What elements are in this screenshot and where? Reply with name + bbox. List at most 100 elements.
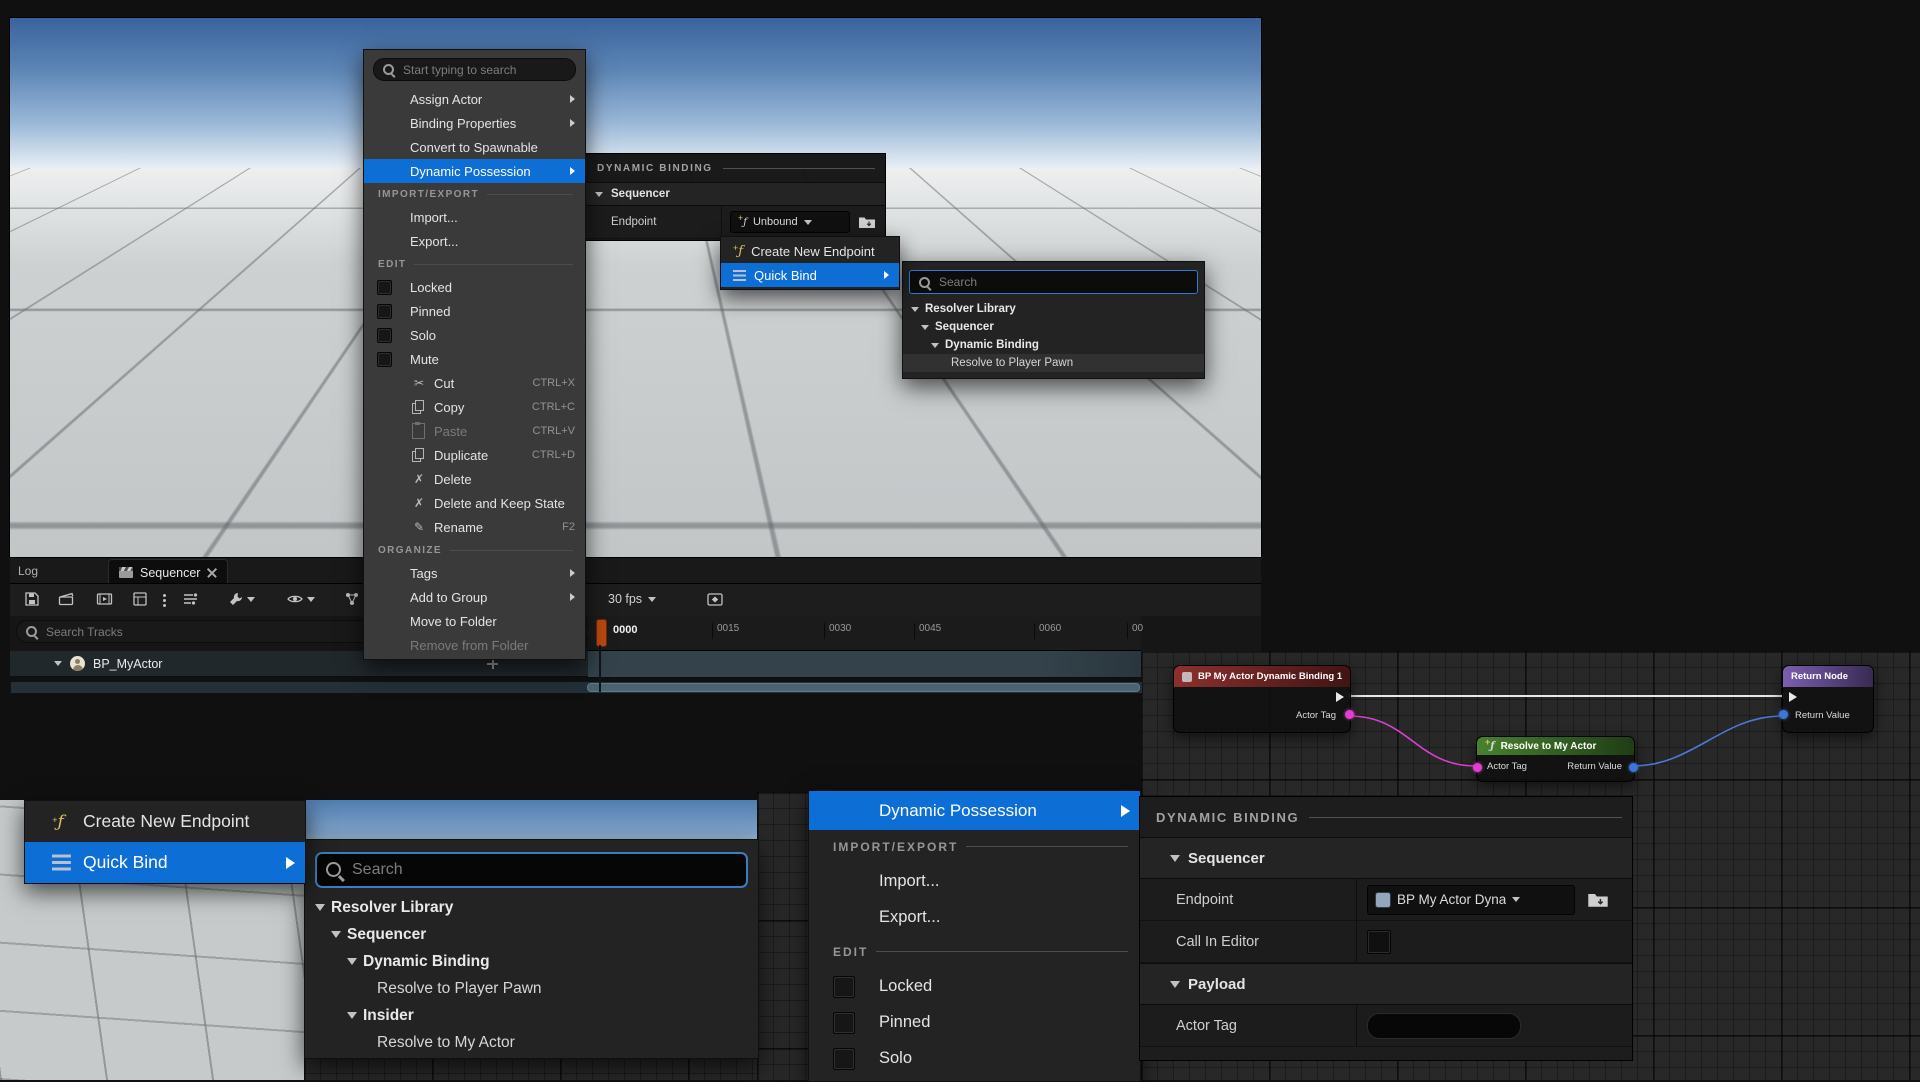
browse-asset-icon[interactable] bbox=[1587, 891, 1609, 908]
kebab-menu-icon[interactable] bbox=[162, 593, 166, 609]
call-in-editor-checkbox[interactable] bbox=[1367, 930, 1391, 954]
keyframe-icon[interactable] bbox=[706, 591, 724, 608]
track-lane[interactable] bbox=[588, 651, 1141, 678]
menu-item-import[interactable]: Import... bbox=[809, 863, 1140, 899]
menu-item-dynamic-possession[interactable]: Dynamic Possession bbox=[809, 791, 1140, 830]
actor-tag-input[interactable] bbox=[1367, 1013, 1521, 1039]
tree-item-resolve-to-my-actor[interactable]: Resolve to My Actor bbox=[305, 1029, 758, 1056]
collapse-icon[interactable] bbox=[1170, 981, 1180, 988]
group-row-sequencer[interactable]: Sequencer bbox=[1140, 837, 1632, 879]
tree-item-insider[interactable]: Insider bbox=[305, 1002, 758, 1029]
browse-asset-icon[interactable] bbox=[858, 215, 876, 229]
checkbox[interactable] bbox=[833, 1012, 855, 1034]
resolver-search-input[interactable] bbox=[937, 274, 1189, 290]
actor-tag-row: Actor Tag bbox=[1140, 1005, 1632, 1047]
details-board-icon[interactable] bbox=[132, 591, 148, 607]
track-options-icon[interactable] bbox=[182, 591, 199, 607]
exec-input-pin[interactable] bbox=[1789, 692, 1797, 702]
menu-item-rename[interactable]: ✎RenameF2 bbox=[364, 515, 585, 539]
menu-item-copy[interactable]: CopyCTRL+C bbox=[364, 395, 585, 419]
checkbox[interactable] bbox=[377, 280, 392, 295]
endpoint-dropdown[interactable]: Unbound bbox=[730, 211, 850, 233]
menu-item-locked[interactable]: Locked bbox=[364, 275, 585, 299]
menu-item-duplicate[interactable]: DuplicateCTRL+D bbox=[364, 443, 585, 467]
menu-item-quick-bind[interactable]: Quick Bind bbox=[721, 263, 899, 287]
menu-item-assign-actor[interactable]: Assign Actor bbox=[364, 87, 585, 111]
group-row-sequencer[interactable]: Sequencer bbox=[585, 182, 885, 206]
menu-search-input[interactable] bbox=[401, 62, 567, 78]
blueprint-graph-background[interactable] bbox=[304, 1057, 757, 1080]
actor-tag-input-pin[interactable] bbox=[1473, 763, 1482, 772]
node-resolve-to-my-actor[interactable]: Resolve to My Actor Actor Tag Return Val… bbox=[1476, 736, 1635, 782]
tree-item-dynamic-binding[interactable]: Dynamic Binding bbox=[903, 336, 1204, 354]
tree-item-sequencer[interactable]: Sequencer bbox=[305, 921, 758, 948]
menu-item-solo[interactable]: Solo bbox=[364, 323, 585, 347]
create-function-icon bbox=[733, 243, 743, 259]
timeline-overview-bar[interactable] bbox=[10, 681, 1143, 694]
fps-dropdown[interactable]: 30 fps bbox=[608, 592, 656, 606]
tree-item-resolver-library[interactable]: Resolver Library bbox=[305, 894, 758, 921]
collapse-icon[interactable] bbox=[1170, 855, 1180, 862]
checkbox[interactable] bbox=[833, 1048, 855, 1070]
menu-item-paste[interactable]: PasteCTRL+V bbox=[364, 419, 585, 443]
endpoint-dropdown[interactable]: BP My Actor Dyna bbox=[1367, 885, 1575, 915]
track-expander-icon[interactable] bbox=[54, 661, 62, 666]
menu-item-move-to-folder[interactable]: Move to Folder bbox=[364, 609, 585, 633]
panel-title: DYNAMIC BINDING bbox=[1140, 797, 1632, 837]
tree-item-resolve-to-player-pawn[interactable]: Resolve to Player Pawn bbox=[305, 975, 758, 1002]
search-icon bbox=[325, 861, 344, 880]
timeline-ruler[interactable]: 0015 0030 0045 0060 00 bbox=[588, 616, 1141, 651]
tab-sequencer[interactable]: Sequencer bbox=[108, 559, 228, 585]
close-tab-icon[interactable] bbox=[207, 568, 217, 578]
menu-item-pinned[interactable]: Pinned bbox=[364, 299, 585, 323]
tab-log[interactable]: Log bbox=[18, 564, 38, 578]
save-icon[interactable] bbox=[24, 591, 40, 607]
menu-item-add-to-group[interactable]: Add to Group bbox=[364, 585, 585, 609]
actor-tag-output-pin[interactable] bbox=[1345, 710, 1354, 719]
menu-item-delete[interactable]: ✗Delete bbox=[364, 467, 585, 491]
checkbox[interactable] bbox=[833, 976, 855, 998]
resolver-search-input[interactable] bbox=[350, 860, 738, 880]
menu-item-binding-properties[interactable]: Binding Properties bbox=[364, 111, 585, 135]
menu-item-create-new-endpoint[interactable]: Create New Endpoint bbox=[25, 801, 305, 842]
collapse-icon[interactable] bbox=[595, 192, 603, 197]
menu-item-create-new-endpoint[interactable]: Create New Endpoint bbox=[721, 239, 899, 263]
render-movie-icon[interactable] bbox=[96, 591, 113, 607]
overview-scroll-handle[interactable] bbox=[587, 683, 1140, 692]
return-value-input-pin[interactable] bbox=[1779, 710, 1788, 719]
menu-item-dynamic-possession[interactable]: Dynamic Possession bbox=[364, 159, 585, 183]
menu-item-cut[interactable]: ✂CutCTRL+X bbox=[364, 371, 585, 395]
checkbox[interactable] bbox=[377, 328, 392, 343]
tree-item-resolver-library[interactable]: Resolver Library bbox=[903, 300, 1204, 318]
group-row-payload[interactable]: Payload bbox=[1140, 963, 1632, 1005]
menu-item-convert-to-spawnable[interactable]: Convert to Spawnable bbox=[364, 135, 585, 159]
menu-item-solo[interactable]: Solo bbox=[809, 1040, 1140, 1076]
checkbox[interactable] bbox=[377, 352, 392, 367]
camera-cut-icon[interactable] bbox=[58, 591, 75, 607]
tree-item-sequencer[interactable]: Sequencer bbox=[903, 318, 1204, 336]
resolver-search-field[interactable] bbox=[315, 852, 748, 888]
menu-item-quick-bind[interactable]: Quick Bind bbox=[25, 842, 305, 883]
menu-item-tags[interactable]: Tags bbox=[364, 561, 585, 585]
return-value-output-pin[interactable] bbox=[1629, 763, 1638, 772]
menu-item-import[interactable]: Import... bbox=[364, 205, 585, 229]
menu-item-remove-from-folder[interactable]: Remove from Folder bbox=[364, 633, 585, 657]
playhead-marker[interactable] bbox=[596, 619, 607, 647]
menu-item-mute[interactable]: Mute bbox=[364, 347, 585, 371]
checkbox[interactable] bbox=[377, 304, 392, 319]
menu-item-export[interactable]: Export... bbox=[809, 899, 1140, 935]
tree-item-dynamic-binding[interactable]: Dynamic Binding bbox=[305, 948, 758, 975]
menu-item-locked[interactable]: Locked bbox=[809, 968, 1140, 1004]
menu-item-delete-keep-state[interactable]: ✗Delete and Keep State bbox=[364, 491, 585, 515]
node-dynamic-binding[interactable]: BP My Actor Dynamic Binding 1 Actor Tag bbox=[1173, 665, 1351, 733]
node-return[interactable]: Return Node Return Value bbox=[1782, 665, 1874, 733]
tree-item-resolve-to-player-pawn[interactable]: Resolve to Player Pawn bbox=[903, 354, 1204, 372]
menu-item-export[interactable]: Export... bbox=[364, 229, 585, 253]
eye-icon[interactable] bbox=[286, 591, 315, 607]
resolver-search-field[interactable] bbox=[909, 270, 1198, 294]
call-in-editor-label: Call In Editor bbox=[1140, 921, 1356, 962]
wrench-icon[interactable] bbox=[228, 591, 255, 607]
menu-search-field[interactable] bbox=[373, 58, 576, 81]
exec-output-pin[interactable] bbox=[1336, 692, 1344, 702]
menu-item-pinned[interactable]: Pinned bbox=[809, 1004, 1140, 1040]
